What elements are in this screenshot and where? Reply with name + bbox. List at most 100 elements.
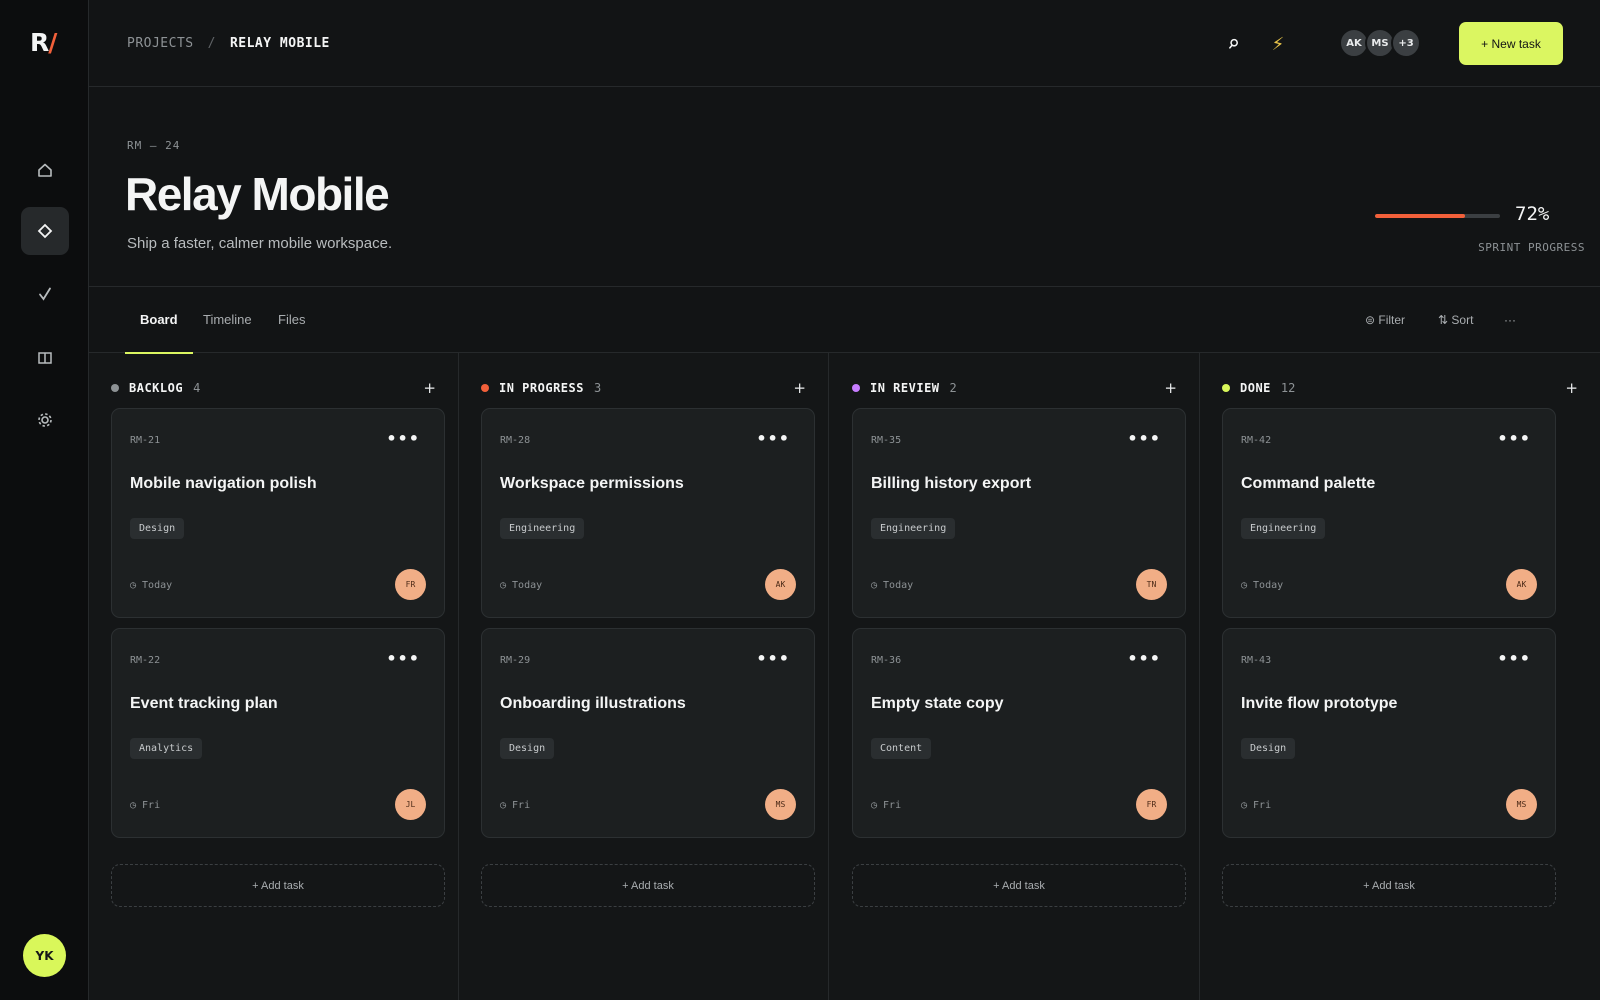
task-card[interactable]: RM-35 ••• Billing history export Enginee… [852, 408, 1186, 618]
task-due-date: ◷ Today [500, 580, 543, 591]
status-dot [852, 384, 860, 392]
assignee-avatar[interactable]: MS [765, 789, 796, 820]
task-card[interactable]: RM-42 ••• Command palette Engineering ◷ … [1222, 408, 1556, 618]
breadcrumb-projects[interactable]: PROJECTS [127, 36, 194, 51]
task-due-date: ◷ Today [130, 580, 173, 591]
column-header: BACKLOG 4 + [111, 378, 436, 398]
project-header: RM — 24 Relay Mobile Ship a faster, calm… [89, 87, 1600, 287]
card-more-button[interactable]: ••• [386, 649, 420, 668]
task-due-date: ◷ Fri [130, 800, 161, 811]
card-more-button[interactable]: ••• [1497, 429, 1531, 448]
sprint-progress-bar [1375, 214, 1500, 218]
task-tag: Engineering [871, 518, 956, 539]
column-header: IN REVIEW 2 + [852, 378, 1177, 398]
user-avatar[interactable]: YK [23, 934, 66, 977]
task-tag: Design [500, 738, 555, 759]
task-id: RM-35 [871, 435, 902, 446]
check-icon [39, 287, 51, 301]
task-tag: Design [1241, 738, 1296, 759]
new-task-button[interactable]: + New task [1459, 22, 1563, 65]
assignee-avatar[interactable]: AK [765, 569, 796, 600]
breadcrumb: PROJECTS / RELAY MOBILE [127, 36, 330, 51]
breadcrumb-separator: / [207, 36, 216, 51]
breadcrumb-current: RELAY MOBILE [229, 36, 330, 51]
kanban-board: BACKLOG 4 + RM-21 ••• Mobile navigation … [89, 353, 1600, 1000]
task-card[interactable]: RM-22 ••• Event tracking plan Analytics … [111, 628, 445, 838]
task-id: RM-21 [130, 435, 161, 446]
task-id: RM-36 [871, 655, 902, 666]
assignee-avatar[interactable]: JL [395, 789, 426, 820]
add-task-button[interactable]: + Add task [481, 864, 815, 907]
assignee-avatar[interactable]: FR [1136, 789, 1167, 820]
sidebar-item-layout[interactable] [21, 334, 69, 382]
card-more-button[interactable]: ••• [1127, 429, 1161, 448]
tab-board[interactable]: Board [125, 312, 192, 354]
sprint-progress-fill [1375, 214, 1465, 218]
team-avatar-more: +3 [1391, 28, 1421, 58]
column-header: IN PROGRESS 3 + [481, 378, 806, 398]
task-id: RM-22 [130, 655, 161, 666]
task-title: Event tracking plan [130, 695, 278, 712]
tab-files[interactable]: Files [278, 312, 305, 353]
add-task-button[interactable]: + Add task [1222, 864, 1556, 907]
column-add-button[interactable]: + [1164, 379, 1177, 397]
task-tag: Engineering [1241, 518, 1326, 539]
column-header: DONE 12 + [1222, 378, 1578, 398]
column-count: 4 [193, 381, 201, 395]
column-title: IN REVIEW [870, 381, 940, 395]
card-more-button[interactable]: ••• [386, 429, 420, 448]
column-add-button[interactable]: + [1565, 379, 1578, 397]
sidebar-item-projects[interactable] [21, 207, 69, 255]
task-card[interactable]: RM-21 ••• Mobile navigation polish Desig… [111, 408, 445, 618]
sidebar-item-tasks[interactable] [21, 270, 69, 318]
search-button[interactable] [1224, 33, 1246, 55]
app-logo[interactable]: R/ [30, 28, 57, 57]
board-column: BACKLOG 4 + RM-21 ••• Mobile navigation … [89, 353, 459, 1000]
sidebar-item-settings[interactable] [21, 396, 69, 444]
assignee-avatar[interactable]: AK [1506, 569, 1537, 600]
assignee-avatar[interactable]: TN [1136, 569, 1167, 600]
tab-timeline[interactable]: Timeline [203, 312, 252, 353]
board-column: DONE 12 + RM-42 ••• Command palette Engi… [1200, 353, 1600, 1000]
diamond-icon [37, 223, 53, 239]
sidebar-item-home[interactable] [21, 146, 69, 194]
task-card[interactable]: RM-43 ••• Invite flow prototype Design ◷… [1222, 628, 1556, 838]
column-title: DONE [1240, 381, 1271, 395]
assignee-avatar[interactable]: MS [1506, 789, 1537, 820]
filter-button[interactable]: ⊜ Filter [1365, 313, 1405, 327]
sort-button[interactable]: ⇅ Sort [1438, 313, 1473, 327]
view-tabs: Board Timeline Files ⊜ Filter ⇅ Sort ··· [89, 287, 1600, 354]
column-add-button[interactable]: + [793, 379, 806, 397]
assignee-avatar[interactable]: FR [395, 569, 426, 600]
task-id: RM-42 [1241, 435, 1272, 446]
add-task-button[interactable]: + Add task [111, 864, 445, 907]
card-more-button[interactable]: ••• [756, 429, 790, 448]
task-tag: Analytics [130, 738, 203, 759]
task-title: Workspace permissions [500, 475, 684, 492]
status-dot [111, 384, 119, 392]
add-task-button[interactable]: + Add task [852, 864, 1186, 907]
card-more-button[interactable]: ••• [1497, 649, 1531, 668]
task-title: Invite flow prototype [1241, 695, 1398, 712]
team-avatars[interactable]: AK MS +3 [1339, 28, 1421, 58]
column-add-button[interactable]: + [423, 379, 436, 397]
task-id: RM-28 [500, 435, 531, 446]
columns-icon [38, 352, 52, 364]
task-tag: Engineering [500, 518, 585, 539]
task-card[interactable]: RM-29 ••• Onboarding illustrations Desig… [481, 628, 815, 838]
column-title: BACKLOG [129, 381, 184, 395]
task-title: Onboarding illustrations [500, 695, 686, 712]
task-card[interactable]: RM-36 ••• Empty state copy Content ◷ Fri… [852, 628, 1186, 838]
task-card[interactable]: RM-28 ••• Workspace permissions Engineer… [481, 408, 815, 618]
card-more-button[interactable]: ••• [1127, 649, 1161, 668]
card-more-button[interactable]: ••• [756, 649, 790, 668]
activity-button[interactable]: ⚡ [1267, 33, 1289, 55]
more-options-button[interactable]: ··· [1504, 313, 1516, 327]
column-count: 2 [949, 381, 957, 395]
sidebar: R/ YK [0, 0, 89, 1000]
status-dot [1222, 384, 1230, 392]
home-icon [38, 163, 52, 177]
task-title: Empty state copy [871, 695, 1004, 712]
task-tag: Design [130, 518, 185, 539]
page-title: Relay Mobile [125, 168, 390, 220]
